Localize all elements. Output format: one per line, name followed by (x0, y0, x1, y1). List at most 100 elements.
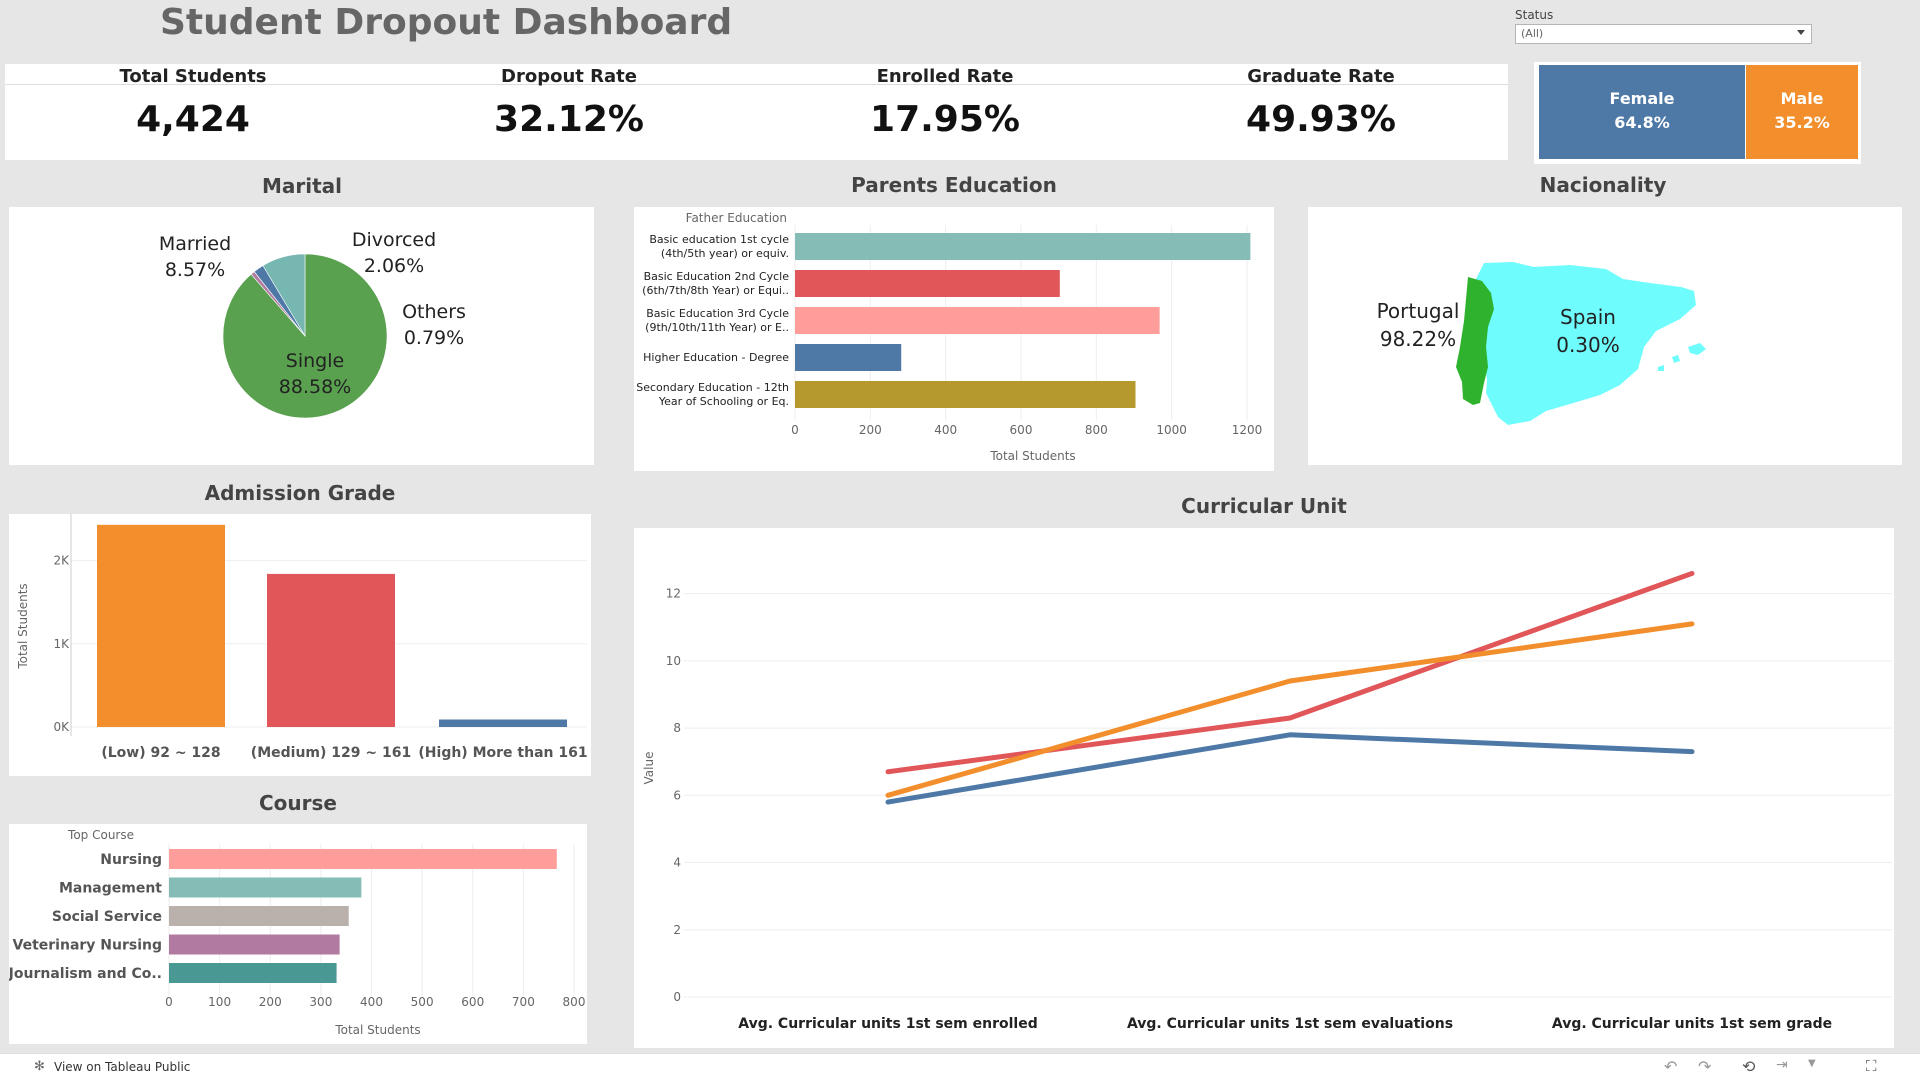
y-tick-label: 0K (53, 720, 70, 734)
map-region-balearic-islands (1688, 343, 1706, 355)
category-label: Journalism and Co.. (9, 966, 162, 982)
category-label: Higher Education - Degree (643, 351, 789, 364)
bar (795, 381, 1136, 408)
y-tick-label: 2K (53, 554, 70, 568)
x-tick-label: 700 (512, 995, 535, 1009)
y-tick-label: 4 (673, 856, 681, 870)
field-label: Father Education (686, 211, 787, 225)
parents-education-title: Parents Education (851, 173, 1057, 197)
chevron-down-icon[interactable]: ▼ (1808, 1058, 1816, 1069)
nationality-title: Nacionality (1539, 173, 1667, 197)
gender-panel: Female 64.8% Male 35.2% (1534, 62, 1861, 164)
bar (169, 849, 557, 869)
bar (169, 906, 349, 926)
map-region-balearic-islands (1672, 355, 1680, 363)
x-tick-label: 1000 (1156, 423, 1187, 437)
bar (169, 877, 362, 898)
x-tick-label: 0 (791, 423, 799, 437)
status-filter-value: (All) (1521, 27, 1544, 40)
category-label: (High) More than 161 (418, 745, 587, 761)
marital-panel: Married 8.57% Divorced 2.06% Others 0.79% S… (9, 207, 594, 465)
redo-icon[interactable]: ↷ (1698, 1057, 1711, 1076)
category-label: Year of Schooling or Eq. (658, 395, 789, 408)
nationality-panel: Portugal 98.22% Spain 0.30% (1308, 207, 1902, 465)
category-label: Veterinary Nursing (13, 938, 162, 954)
kpi-graduate-rate: Graduate Rate 49.93% (1133, 64, 1509, 160)
kpi-label: Total Students (119, 66, 267, 87)
pie-label-married: Married 8.57% (158, 233, 232, 281)
category-label: (6th/7th/8th Year) or Equi.. (642, 284, 789, 297)
kpi-value: 49.93% (1246, 99, 1396, 140)
admission-grade-title: Admission Grade (204, 481, 396, 505)
category-label: (Medium) 129 ~ 161 (251, 745, 411, 761)
chevron-down-icon (1797, 30, 1805, 35)
kpi-panel: Total Students 4,424 Dropout Rate 32.12%… (5, 64, 1508, 160)
category-label: Avg. Curricular units 1st sem evaluation… (1127, 1016, 1453, 1032)
category-label: Avg. Curricular units 1st sem enrolled (738, 1016, 1037, 1032)
category-label: Basic education 1st cycle (649, 233, 789, 246)
y-tick-label: 0 (673, 990, 681, 1004)
x-tick-label: 800 (1085, 423, 1108, 437)
bar (267, 573, 395, 727)
map-region-balearic-islands (1658, 365, 1664, 371)
status-filter-label: Status (1515, 8, 1554, 22)
marital-title: Marital (261, 174, 343, 198)
course-bar-chart: 0 100 200 300 400 500 600 700 800 Top Course Total… (8, 828, 586, 1037)
gender-label: Male (1780, 89, 1824, 108)
bar (795, 233, 1251, 260)
y-tick-label: 6 (673, 788, 681, 802)
gender-label: Female (1609, 89, 1675, 108)
field-label: Top Course (67, 828, 134, 842)
kpi-label: Enrolled Rate (876, 66, 1014, 87)
kpi-label: Graduate Rate (1247, 66, 1395, 87)
fullscreen-icon[interactable]: ⛶ (1866, 1057, 1877, 1075)
revert-icon[interactable]: ⟲ (1742, 1057, 1755, 1076)
x-tick-label: 400 (934, 423, 957, 437)
x-tick-label: 800 (563, 995, 586, 1009)
tableau-footer: ✻ View on Tableau Public ↶ ↷ ⟲ ⇥ ▼ ⛶ (0, 1053, 1920, 1080)
bar (169, 963, 337, 983)
admission-grade-panel: 0K 1K 2K Total Students (Low) 92 ~ 128 (Mediu… (9, 514, 591, 776)
gender-tile-female[interactable]: Female 64.8% (1539, 65, 1745, 159)
kpi-value: 17.95% (870, 99, 1020, 140)
map-label-spain: Spain 0.30% (1556, 305, 1620, 357)
category-label: Avg. Curricular units 1st sem grade (1552, 1016, 1832, 1032)
x-axis-label: Total Students (334, 1023, 420, 1037)
bar (169, 934, 340, 955)
curricular-unit-line-chart: 0 2 4 6 8 10 12 Value Avg. Curricular units 1st … (642, 570, 1892, 1032)
kpi-value: 32.12% (494, 99, 644, 140)
admission-grade-bar-chart: 0K 1K 2K Total Students (Low) 92 ~ 128 (Mediu… (16, 514, 588, 761)
x-tick-label: 400 (360, 995, 383, 1009)
y-tick-label: 8 (673, 721, 681, 735)
pie-label-single: Single 88.58% (278, 350, 352, 398)
bar (97, 524, 225, 727)
view-on-tableau-link[interactable]: View on Tableau Public (54, 1060, 190, 1074)
category-label: (4th/5th year) or equiv. (661, 247, 789, 260)
x-tick-label: 300 (309, 995, 332, 1009)
dashboard-title: Student Dropout Dashboard (160, 2, 733, 43)
series-line (885, 570, 1695, 775)
kpi-value: 4,424 (136, 99, 250, 140)
y-tick-label: 1K (53, 637, 70, 651)
bar (795, 307, 1160, 334)
undo-icon[interactable]: ↶ (1664, 1057, 1677, 1076)
x-tick-label: 1200 (1232, 423, 1263, 437)
category-label: Nursing (100, 852, 162, 868)
parents-education-panel: 0 200 400 600 800 1000 1200 Father Education Tot… (634, 207, 1274, 471)
x-tick-label: 500 (411, 995, 434, 1009)
series-line (885, 732, 1695, 805)
category-label: Social Service (52, 909, 162, 925)
pie-label-others: Others 0.79% (402, 301, 466, 349)
curricular-unit-title: Curricular Unit (1181, 494, 1347, 518)
marital-pie-chart (222, 253, 388, 419)
x-tick-label: 200 (859, 423, 882, 437)
gender-tile-male[interactable]: Male 35.2% (1746, 65, 1858, 159)
share-icon[interactable]: ⇥ (1776, 1057, 1788, 1073)
kpi-total-students: Total Students 4,424 (5, 64, 381, 160)
bar (795, 344, 902, 371)
pie-label-divorced: Divorced 2.06% (351, 229, 437, 277)
kpi-dropout-rate: Dropout Rate 32.12% (381, 64, 757, 160)
category-label: Secondary Education - 12th (636, 381, 789, 394)
y-axis-label: Value (642, 752, 656, 785)
status-filter-select[interactable]: (All) (1515, 24, 1812, 44)
